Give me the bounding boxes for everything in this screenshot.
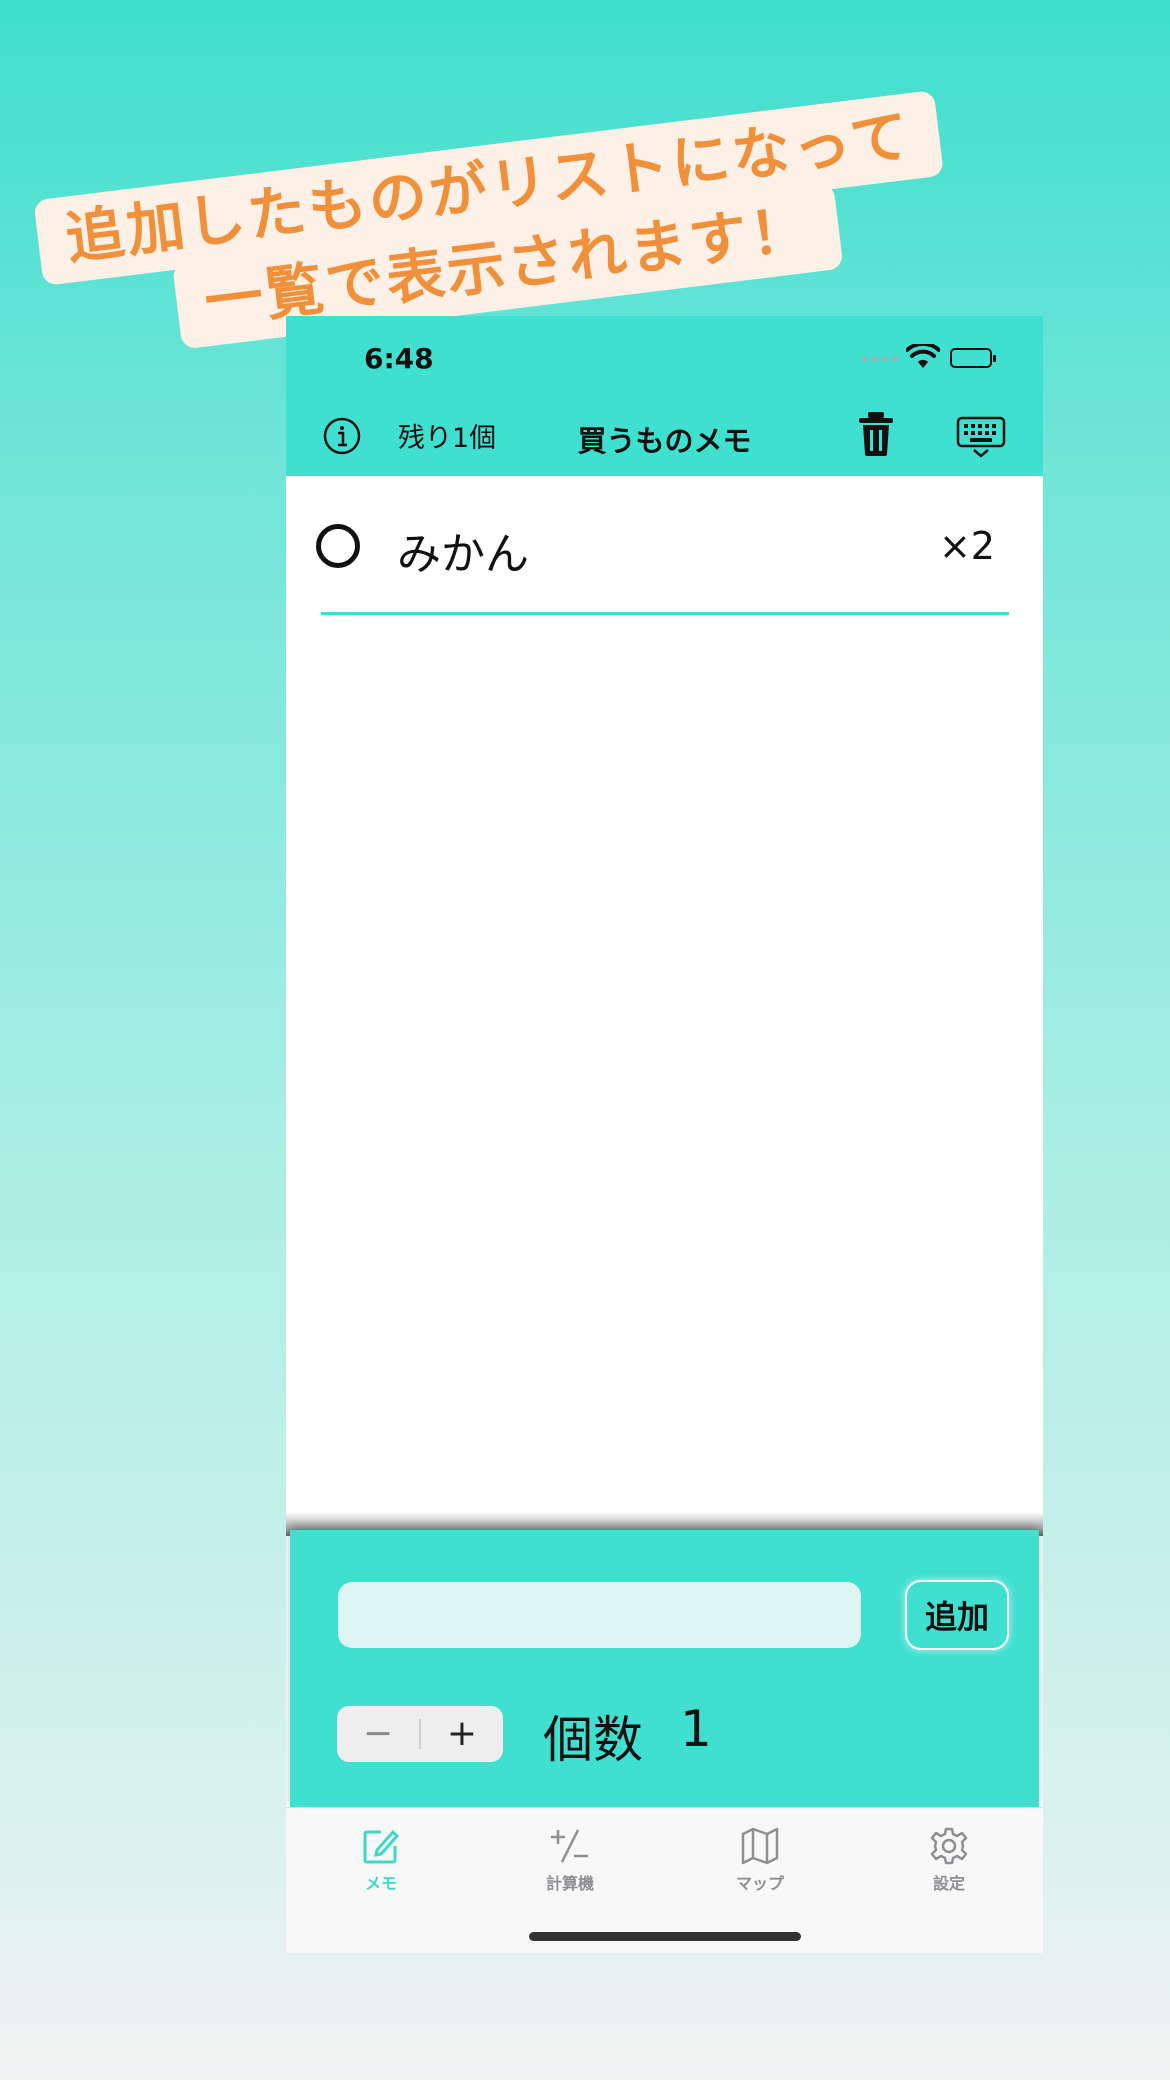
- status-bar: 6:48: [286, 316, 1043, 396]
- status-time: 6:48: [364, 342, 434, 375]
- cellular-signal-icon: [862, 356, 898, 362]
- map-icon: [741, 1827, 779, 1865]
- item-name: みかん: [397, 529, 529, 580]
- item-check-circle[interactable]: [316, 524, 360, 568]
- tab-calculator[interactable]: 計算機: [510, 1826, 630, 1894]
- tab-map-label: マップ: [735, 1874, 784, 1893]
- quantity-stepper[interactable]: − +: [337, 1706, 503, 1762]
- row-divider: [321, 612, 1009, 615]
- shopping-list: みかん ×2: [286, 476, 1043, 1526]
- home-indicator: [529, 1932, 801, 1941]
- keyboard-dismiss-icon[interactable]: [956, 416, 1006, 460]
- item-input[interactable]: [338, 1582, 861, 1648]
- tab-settings-label: 設定: [932, 1874, 965, 1893]
- item-quantity: ×2: [938, 524, 995, 568]
- battery-icon: [950, 348, 996, 368]
- input-panel: 追加 − + 個数 1: [290, 1530, 1039, 1807]
- stepper-minus-button[interactable]: −: [337, 1706, 419, 1762]
- stepper-plus-button[interactable]: +: [421, 1706, 503, 1762]
- nav-bar: 残り1個 買うものメモ: [286, 396, 1043, 476]
- tab-memo[interactable]: メモ: [321, 1826, 441, 1894]
- phone-screen: 6:48 残り1個 買うものメモ みかん ×2 追加 − + 個数 1 メモ 計…: [286, 316, 1043, 1953]
- gear-icon: [930, 1827, 968, 1865]
- wifi-icon: [906, 344, 940, 368]
- tab-bar: メモ 計算機 マップ 設定: [286, 1807, 1043, 1953]
- add-button[interactable]: 追加: [905, 1580, 1009, 1650]
- page-title: 買うものメモ: [577, 424, 752, 458]
- tab-memo-label: メモ: [364, 1874, 397, 1893]
- tab-calculator-label: 計算機: [545, 1874, 594, 1893]
- memo-edit-icon: [363, 1829, 400, 1864]
- quantity-value: 1: [680, 1700, 712, 1758]
- trash-icon[interactable]: [856, 410, 896, 458]
- plus-minus-icon: [551, 1829, 588, 1863]
- tab-map[interactable]: マップ: [700, 1826, 820, 1894]
- quantity-label: 個数: [543, 1711, 643, 1769]
- list-item[interactable]: みかん ×2: [286, 476, 1043, 622]
- tab-settings[interactable]: 設定: [889, 1826, 1009, 1894]
